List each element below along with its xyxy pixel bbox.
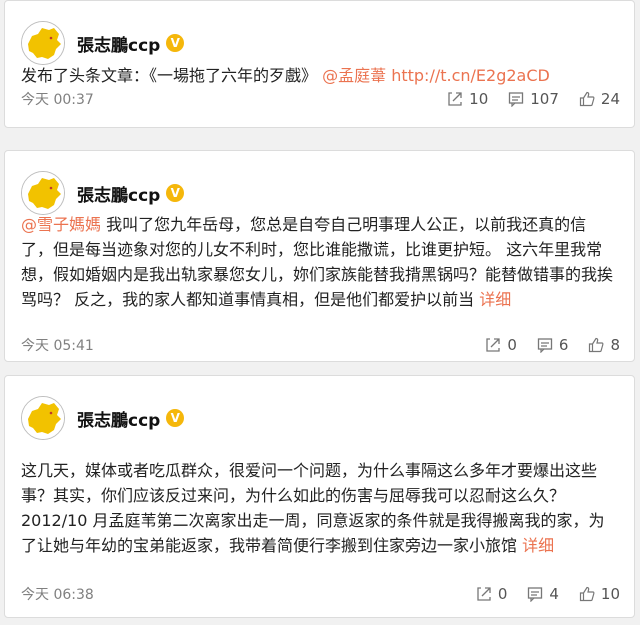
comment-count: 107 <box>530 90 559 108</box>
avatar[interactable] <box>21 171 65 215</box>
weibo-feed: 張志鵬ccp V 发布了头条文章：《一場拖了六年的歹戲》 @孟庭葦 http:/… <box>0 0 640 625</box>
thumbs-up-icon <box>579 91 595 107</box>
china-map-icon <box>22 22 64 64</box>
repost-count: 0 <box>507 336 517 354</box>
url-link[interactable]: http://t.cn/E2g2aCD <box>391 66 550 85</box>
like-count: 24 <box>600 90 620 108</box>
post-header: 張志鵬ccp V <box>21 171 185 215</box>
post-footer: 今天 06:38 0 4 10 <box>21 582 620 606</box>
post-stats: 0 6 8 <box>465 336 620 354</box>
post-card: 張志鵬ccp V 发布了头条文章：《一場拖了六年的歹戲》 @孟庭葦 http:/… <box>4 0 635 128</box>
post-text-body: 我叫了您九年岳母，您总是自夸自己明事理人公正，以前我还真的信了，但是每当迹象对您… <box>21 215 614 309</box>
comment-button[interactable]: 107 <box>508 90 559 108</box>
like-button[interactable]: 24 <box>579 90 620 108</box>
post-footer: 今天 00:37 10 107 24 <box>21 87 620 111</box>
comment-icon <box>537 338 553 353</box>
post-card: 張志鵬ccp V 这几天，媒体或者吃瓜群众，很爱问一个问题，为什么事隔这么多年才… <box>4 375 635 618</box>
china-map-icon <box>22 397 64 439</box>
like-count: 10 <box>600 585 620 603</box>
comment-icon <box>528 587 543 602</box>
vip-badge-icon: V <box>166 409 185 427</box>
post-stats: 0 4 10 <box>456 585 620 603</box>
repost-icon <box>477 587 491 601</box>
like-count: 8 <box>610 336 620 354</box>
like-button[interactable]: 10 <box>579 585 620 603</box>
comment-button[interactable]: 4 <box>527 585 559 603</box>
author-name[interactable]: 張志鵬ccp <box>77 181 160 206</box>
repost-icon <box>448 92 462 106</box>
repost-button[interactable]: 10 <box>447 90 488 108</box>
author-name[interactable]: 張志鵬ccp <box>77 31 160 56</box>
post-header: 張志鵬ccp V <box>21 396 185 440</box>
post-header: 張志鵬ccp V <box>21 21 185 65</box>
post-footer: 今天 05:41 0 6 8 <box>21 333 620 357</box>
vip-badge-icon: V <box>166 184 185 202</box>
post-text: @雪子媽媽 我叫了您九年岳母，您总是自夸自己明事理人公正，以前我还真的信了，但是… <box>21 212 618 312</box>
comment-button[interactable]: 6 <box>537 336 569 354</box>
repost-button[interactable]: 0 <box>485 336 517 354</box>
mention-link[interactable]: @雪子媽媽 <box>21 215 101 234</box>
vip-badge-icon: V <box>166 34 185 52</box>
repost-count: 0 <box>497 585 508 603</box>
comment-icon <box>509 92 524 107</box>
post-time[interactable]: 今天 05:41 <box>21 335 465 355</box>
thumbs-up-icon <box>579 586 595 602</box>
post-text: 发布了头条文章：《一場拖了六年的歹戲》 @孟庭葦 http://t.cn/E2g… <box>21 63 618 88</box>
repost-icon <box>486 338 501 352</box>
mention-link[interactable]: @孟庭葦 <box>322 66 386 85</box>
post-time[interactable]: 今天 00:37 <box>21 89 427 109</box>
repost-count: 10 <box>469 90 489 108</box>
expand-link[interactable]: 详细 <box>479 290 511 309</box>
expand-link[interactable]: 详细 <box>522 536 554 555</box>
thumbs-up-icon <box>589 337 604 353</box>
post-card: 張志鵬ccp V @雪子媽媽 我叫了您九年岳母，您总是自夸自己明事理人公正，以前… <box>4 150 635 362</box>
post-text-body: 发布了头条文章：《一場拖了六年的歹戲》 <box>21 66 323 85</box>
post-text-body: 这几天，媒体或者吃瓜群众，很爱问一个问题，为什么事隔这么多年才要爆出这些事？其实… <box>21 461 605 555</box>
post-text: 这几天，媒体或者吃瓜群众，很爱问一个问题，为什么事隔这么多年才要爆出这些事？其实… <box>21 458 618 558</box>
china-map-icon <box>22 172 64 214</box>
comment-count: 4 <box>549 585 559 603</box>
comment-count: 6 <box>558 336 569 354</box>
post-stats: 10 107 24 <box>427 90 620 108</box>
post-time[interactable]: 今天 06:38 <box>21 584 456 604</box>
like-button[interactable]: 8 <box>588 336 620 354</box>
author-name[interactable]: 張志鵬ccp <box>77 406 160 431</box>
avatar[interactable] <box>21 21 65 65</box>
avatar[interactable] <box>21 396 65 440</box>
repost-button[interactable]: 0 <box>476 585 508 603</box>
